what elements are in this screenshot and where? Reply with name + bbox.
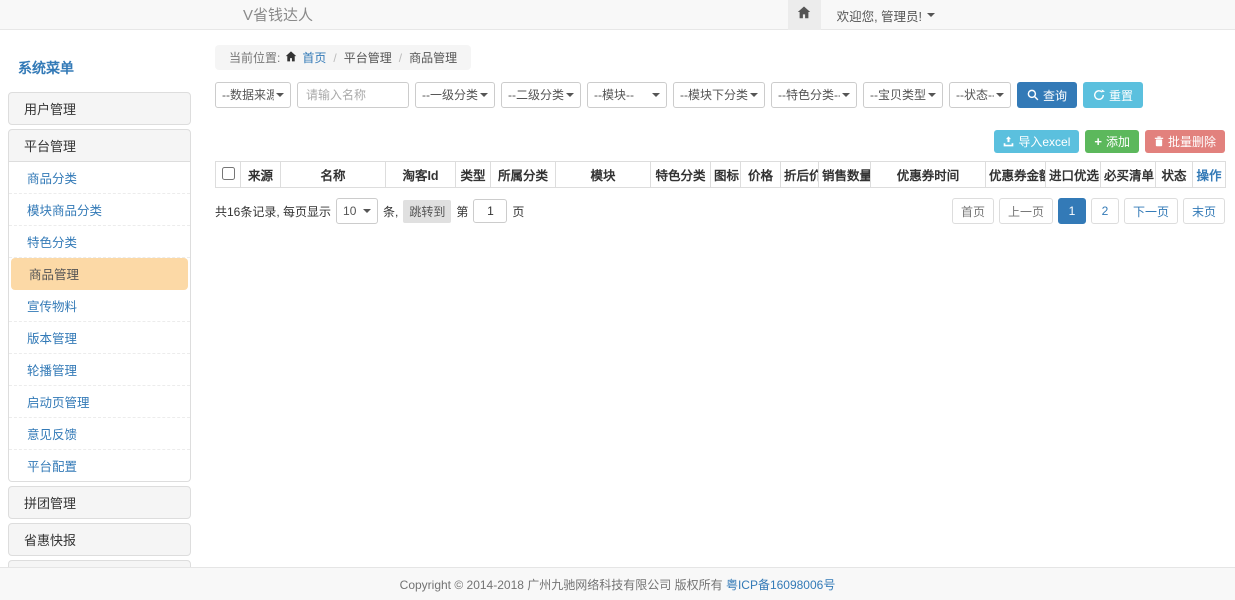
breadcrumb-label: 当前位置: (229, 49, 280, 66)
feature-category-select[interactable]: --特色分类-- (771, 82, 857, 108)
breadcrumb: 当前位置: 首页 / 平台管理 / 商品管理 (215, 45, 471, 70)
table-header-row: 来源名称淘客Id类型所属分类模块特色分类图标价格折后价销售数量优惠券时间优惠券金… (216, 162, 1226, 188)
plus-icon: + (1094, 134, 1102, 149)
sidebar-item[interactable]: 平台配置 (9, 450, 190, 481)
column-header: 特色分类 (651, 162, 711, 188)
column-header: 名称 (281, 162, 386, 188)
pagination: 共16条记录, 每页显示 10 条, 跳转到 第 页 首页上一页12下一页末页 (215, 198, 1225, 224)
jump-button[interactable]: 跳转到 (403, 200, 451, 223)
home-icon (285, 51, 297, 65)
sidebar-group[interactable]: 拼团管理 (8, 486, 191, 519)
products-table: 来源名称淘客Id类型所属分类模块特色分类图标价格折后价销售数量优惠券时间优惠券金… (215, 161, 1226, 188)
level2-category-select[interactable]: --二级分类-- (501, 82, 581, 108)
column-header: 优惠券时间 (871, 162, 986, 188)
pagination-buttons: 首页上一页12下一页末页 (952, 198, 1225, 224)
page-button-上一页[interactable]: 上一页 (999, 198, 1053, 224)
sidebar-item-active[interactable]: 商品管理 (11, 258, 188, 290)
home-icon (797, 6, 811, 24)
column-header: 折后价 (781, 162, 819, 188)
import-excel-button[interactable]: 导入excel (994, 130, 1079, 153)
column-header: 类型 (456, 162, 491, 188)
pagination-summary: 共16条记录, 每页显示 10 条, 跳转到 第 页 (215, 198, 524, 224)
topbar-right: 欢迎您, 管理员! (788, 0, 935, 30)
breadcrumb-item: 商品管理 (409, 49, 457, 66)
reset-button[interactable]: 重置 (1083, 82, 1143, 108)
topbar: V省钱达人 欢迎您, 管理员! (0, 0, 1235, 30)
sidebar-menu: 用户管理平台管理商品分类模块商品分类特色分类商品管理宣传物料版本管理轮播管理启动… (8, 92, 191, 600)
sidebar-item[interactable]: 模块商品分类 (9, 194, 190, 226)
sidebar-item[interactable]: 启动页管理 (9, 386, 190, 418)
refresh-icon (1093, 89, 1105, 101)
trash-icon (1154, 136, 1164, 147)
status-select[interactable]: --状态-- (949, 82, 1011, 108)
level1-category-select[interactable]: --一级分类-- (415, 82, 495, 108)
sidebar-item[interactable]: 版本管理 (9, 322, 190, 354)
page-button-2[interactable]: 2 (1091, 198, 1119, 224)
sidebar-item[interactable]: 商品分类 (9, 162, 190, 194)
page-button-首页[interactable]: 首页 (952, 198, 994, 224)
add-button[interactable]: + 添加 (1085, 130, 1139, 153)
search-button[interactable]: 查询 (1017, 82, 1077, 108)
column-header: 价格 (741, 162, 781, 188)
caret-down-icon (927, 13, 935, 17)
user-menu[interactable]: 欢迎您, 管理员! (837, 6, 935, 25)
search-icon (1027, 89, 1039, 101)
sidebar-item[interactable]: 意见反馈 (9, 418, 190, 450)
column-header: 必买清单 (1101, 162, 1156, 188)
select-all-checkbox[interactable] (222, 167, 235, 180)
page-button-下一页[interactable]: 下一页 (1124, 198, 1178, 224)
sidebar-item[interactable]: 宣传物料 (9, 290, 190, 322)
column-header: 销售数量 (819, 162, 871, 188)
module-subcategory-select[interactable]: --模块下分类-- (673, 82, 765, 108)
sidebar-group[interactable]: 用户管理 (8, 92, 191, 125)
column-header: 淘客Id (386, 162, 456, 188)
sidebar: 系统菜单 用户管理平台管理商品分类模块商品分类特色分类商品管理宣传物料版本管理轮… (8, 52, 191, 600)
welcome-text: 欢迎您, 管理员! (837, 6, 922, 25)
home-button[interactable] (788, 0, 821, 30)
column-header: 模块 (556, 162, 651, 188)
module-select[interactable]: --模块-- (587, 82, 667, 108)
page-button-1[interactable]: 1 (1058, 198, 1086, 224)
column-header: 来源 (241, 162, 281, 188)
action-bar: 导入excel + 添加 批量删除 (215, 130, 1225, 153)
main-content: 当前位置: 首页 / 平台管理 / 商品管理 --数据来源----一级分类---… (215, 30, 1225, 224)
sidebar-submenu: 商品分类模块商品分类特色分类商品管理宣传物料版本管理轮播管理启动页管理意见反馈平… (8, 162, 191, 482)
footer: Copyright © 2014-2018 广州九驰网络科技有限公司 版权所有 … (0, 567, 1235, 600)
sidebar-item[interactable]: 轮播管理 (9, 354, 190, 386)
column-header: 状态 (1156, 162, 1193, 188)
column-header: 所属分类 (491, 162, 556, 188)
breadcrumb-home-link[interactable]: 首页 (302, 49, 326, 66)
filter-bar: --数据来源----一级分类----二级分类----模块----模块下分类---… (215, 82, 1225, 108)
item-type-select[interactable]: --宝贝类型-- (863, 82, 943, 108)
icp-link[interactable]: 粤ICP备16098006号 (726, 576, 835, 593)
sidebar-title: 系统菜单 (8, 52, 191, 88)
sidebar-item[interactable]: 特色分类 (9, 226, 190, 258)
name-input[interactable] (297, 82, 409, 108)
data-source-select[interactable]: --数据来源-- (215, 82, 291, 108)
app-title: V省钱达人 (243, 4, 313, 25)
sidebar-group[interactable]: 省惠快报 (8, 523, 191, 556)
per-page-select[interactable]: 10 (336, 198, 378, 224)
page-button-末页[interactable]: 末页 (1183, 198, 1225, 224)
column-header: 图标 (711, 162, 741, 188)
breadcrumb-item: 平台管理 (344, 49, 392, 66)
import-icon (1003, 136, 1014, 147)
page: V省钱达人 欢迎您, 管理员! 系统菜单 用户管理平台管理商品分类模块商品分类特… (0, 0, 1235, 600)
batch-delete-button[interactable]: 批量删除 (1145, 130, 1225, 153)
sidebar-group[interactable]: 平台管理 (8, 129, 191, 162)
copyright-text: Copyright © 2014-2018 广州九驰网络科技有限公司 版权所有 (400, 576, 723, 593)
column-header: 优惠券金额 (986, 162, 1046, 188)
page-number-input[interactable] (473, 199, 507, 223)
column-header: 进口优选 (1046, 162, 1101, 188)
column-header: 操作 (1193, 162, 1226, 188)
